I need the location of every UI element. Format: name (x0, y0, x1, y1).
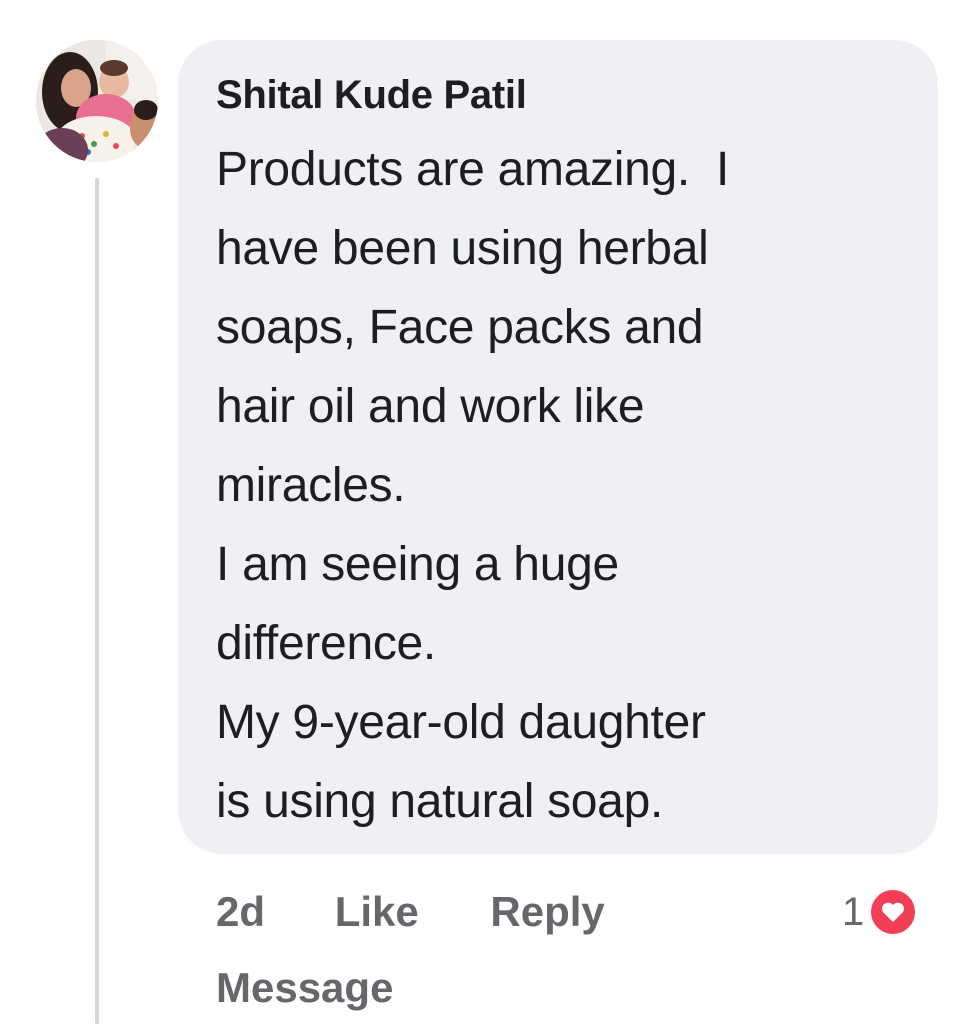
comment-timestamp[interactable]: 2d (216, 882, 265, 942)
reaction-count: 1 (842, 889, 865, 934)
like-button[interactable]: Like (335, 882, 419, 942)
comment-body-line: My 9-year-old daughter (216, 696, 706, 749)
comment-actions: 2d Like Reply (216, 882, 605, 942)
comment-body-line: is using natural soap. (216, 775, 664, 828)
heart-icon (868, 887, 919, 937)
comment: Shital Kude Patil Products are amazing. … (0, 0, 975, 1024)
comment-body-line: soaps, Face packs and (216, 301, 704, 354)
reply-button[interactable]: Reply (490, 882, 604, 942)
comment-bubble: Shital Kude Patil Products are amazing. … (178, 40, 938, 854)
comment-body-line: Products are amazing. I (216, 143, 730, 196)
reaction-summary[interactable]: 1 (842, 884, 919, 940)
comment-body-line: miracles. (216, 459, 406, 512)
comment-body-line: hair oil and work like (216, 380, 645, 433)
comment-author[interactable]: Shital Kude Patil (216, 66, 908, 124)
comment-body-line: have been using herbal (216, 222, 709, 275)
comment-body-line: difference. (216, 617, 436, 670)
message-button[interactable]: Message (216, 958, 393, 1018)
comment-body-line: I am seeing a huge (216, 538, 619, 591)
avatar-photo (36, 40, 158, 162)
thread-line (95, 178, 99, 1024)
avatar[interactable] (36, 40, 158, 162)
comment-body: Products are amazing. I have been using … (216, 130, 908, 841)
